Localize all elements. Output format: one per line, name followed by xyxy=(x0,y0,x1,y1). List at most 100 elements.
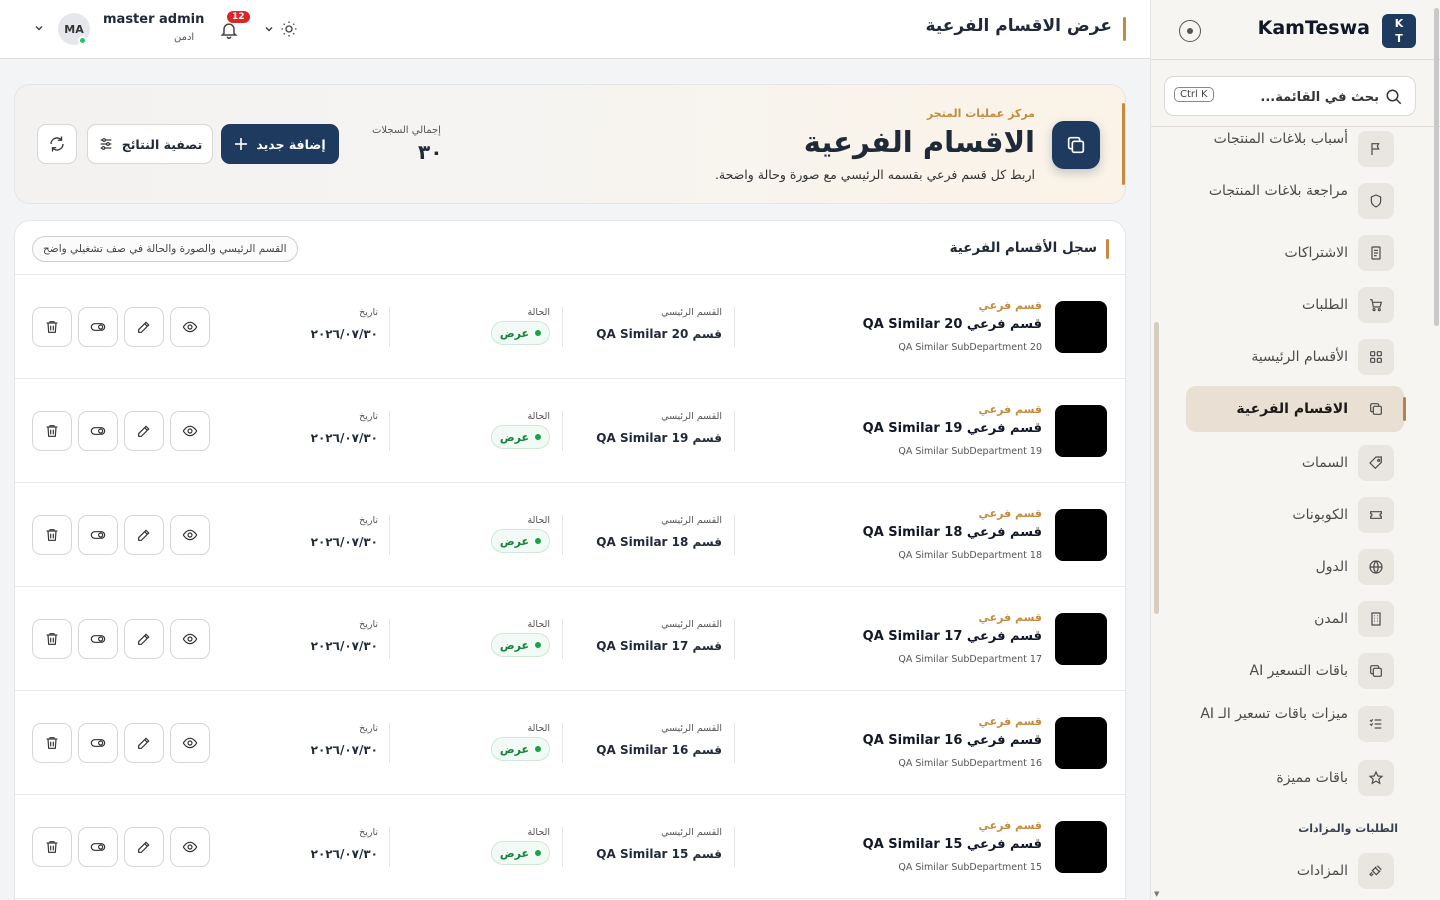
row-name[interactable]: قسم فرعي QA Similar 20 xyxy=(863,317,1042,332)
status-dot xyxy=(535,538,541,544)
row-slug: QA Similar SubDepartment 16 xyxy=(898,758,1042,769)
sidebar-item-4[interactable]: الطلبات xyxy=(1186,282,1404,328)
row-name[interactable]: قسم فرعي QA Similar 18 xyxy=(863,525,1042,540)
delete-button[interactable] xyxy=(32,411,72,451)
column-divider xyxy=(734,619,735,659)
sidebar-item-10[interactable]: المدن xyxy=(1186,596,1404,642)
delete-button[interactable] xyxy=(32,619,72,659)
parent-label: القسم الرئيسي xyxy=(661,723,722,734)
delete-icon xyxy=(46,425,58,437)
row-name[interactable]: قسم فرعي QA Similar 15 xyxy=(863,837,1042,852)
sidebar-item-11[interactable]: باقات التسعير AI xyxy=(1186,648,1404,694)
view-button[interactable] xyxy=(170,515,210,555)
menu-search-input[interactable] xyxy=(1229,86,1379,108)
column-divider xyxy=(389,411,390,451)
status-badge: عرض xyxy=(490,633,550,657)
subdepartments-table: سجل الأقسام الفرعية القسم الرئيسي والصور… xyxy=(14,220,1126,900)
status-text: عرض xyxy=(499,638,529,652)
sidebar-item-7[interactable]: السمات xyxy=(1186,440,1404,486)
column-divider xyxy=(389,619,390,659)
view-button[interactable] xyxy=(170,307,210,347)
row-name[interactable]: قسم فرعي QA Similar 16 xyxy=(863,733,1042,748)
edit-button[interactable] xyxy=(124,619,164,659)
sidebar-item-8[interactable]: الكوبونات xyxy=(1186,492,1404,538)
refresh-button[interactable] xyxy=(37,124,77,164)
date-label: تاريخ xyxy=(359,827,378,838)
toggle-button[interactable] xyxy=(78,411,118,451)
toggle-button[interactable] xyxy=(78,307,118,347)
delete-button[interactable] xyxy=(32,723,72,763)
date-label: تاريخ xyxy=(359,515,378,526)
sidebar-item-label: السمات xyxy=(1301,455,1348,471)
toggle-button[interactable] xyxy=(78,827,118,867)
status-label: الحالة xyxy=(527,723,550,734)
chevron-down-icon[interactable] xyxy=(34,23,44,33)
view-button[interactable] xyxy=(170,619,210,659)
view-button[interactable] xyxy=(170,723,210,763)
sidebar-item-label: باقات التسعير AI xyxy=(1249,663,1349,679)
sidebar-item-12[interactable]: ميزات باقات تسعير الـ AI xyxy=(1186,701,1404,747)
cart-icon xyxy=(1358,287,1394,323)
toggle-button[interactable] xyxy=(78,619,118,659)
scroll-down-icon[interactable]: ▼ xyxy=(1154,890,1159,898)
sidebar-item-3[interactable]: الاشتراكات xyxy=(1186,230,1404,276)
sidebar-item-13[interactable]: باقات مميزة xyxy=(1186,755,1404,801)
sidebar-item-label: المزادات xyxy=(1296,863,1348,879)
edit-button[interactable] xyxy=(124,411,164,451)
delete-button[interactable] xyxy=(32,827,72,867)
column-divider xyxy=(734,515,735,555)
view-button[interactable] xyxy=(170,411,210,451)
sidebar-item-1[interactable]: أسباب بلاغات المنتجات xyxy=(1186,126,1404,172)
status-dot xyxy=(535,850,541,856)
edit-button[interactable] xyxy=(124,827,164,867)
online-status-dot xyxy=(78,36,87,45)
delete-icon xyxy=(46,321,58,333)
row-name[interactable]: قسم فرعي QA Similar 19 xyxy=(863,421,1042,436)
add-new-button[interactable]: إضافة جديد xyxy=(221,124,339,164)
sidebar-item-label: الاقسام الفرعية xyxy=(1236,401,1348,417)
edit-button[interactable] xyxy=(124,307,164,347)
toggle-button[interactable] xyxy=(78,723,118,763)
plus-icon xyxy=(235,138,248,150)
shield-icon xyxy=(1358,183,1394,219)
sidebar-item-6[interactable]: الاقسام الفرعية xyxy=(1186,386,1406,432)
table-row: قسم فرعي قسم فرعي QA Similar 19 QA Similar… xyxy=(15,379,1125,483)
delete-button[interactable] xyxy=(32,515,72,555)
table-row: قسم فرعي قسم فرعي QA Similar 18 QA Similar… xyxy=(15,483,1125,587)
page-scrollbar[interactable] xyxy=(1432,0,1440,900)
menu-search[interactable]: Ctrl K xyxy=(1164,76,1416,116)
chevron-down-icon[interactable] xyxy=(264,24,274,34)
row-thumbnail xyxy=(1055,405,1107,457)
sidebar-toggle-icon[interactable] xyxy=(1179,20,1201,42)
sidebar-item-14[interactable]: المزادات xyxy=(1186,848,1404,894)
brand-logo[interactable]: KT xyxy=(1382,14,1416,48)
column-divider xyxy=(389,307,390,347)
toggle-button[interactable] xyxy=(78,515,118,555)
edit-button[interactable] xyxy=(124,515,164,555)
sidebar-item-9[interactable]: الدول xyxy=(1186,544,1404,590)
row-slug: QA Similar SubDepartment 19 xyxy=(898,446,1042,457)
view-icon xyxy=(182,841,198,853)
delete-button[interactable] xyxy=(32,307,72,347)
filter-results-button[interactable]: تصفية النتائج xyxy=(87,124,213,164)
sun-icon[interactable] xyxy=(280,20,298,38)
sidebar-item-label: المدن xyxy=(1314,611,1348,627)
hero-title: الاقسام الفرعية xyxy=(803,125,1035,159)
edit-button[interactable] xyxy=(124,723,164,763)
column-divider xyxy=(389,515,390,555)
sidebar-item-2[interactable]: مراجعة بلاغات المنتجات xyxy=(1186,178,1404,224)
status-badge: عرض xyxy=(490,321,550,345)
sidebar-scrollbar[interactable] xyxy=(1154,322,1159,614)
row-slug: QA Similar SubDepartment 18 xyxy=(898,550,1042,561)
row-name[interactable]: قسم فرعي QA Similar 17 xyxy=(863,629,1042,644)
parent-label: القسم الرئيسي xyxy=(661,515,722,526)
table-row: قسم فرعي قسم فرعي QA Similar 16 QA Similar… xyxy=(15,691,1125,795)
user-name[interactable]: master admin xyxy=(103,12,204,27)
edit-icon xyxy=(138,529,150,541)
sidebar-item-5[interactable]: الأقسام الرئيسية xyxy=(1186,334,1404,380)
hero-subtitle: اربط كل قسم فرعي بقسمه الرئيسي مع صورة و… xyxy=(714,167,1035,182)
sidebar-item-label: الطلبات xyxy=(1302,297,1348,313)
view-button[interactable] xyxy=(170,827,210,867)
row-slug: QA Similar SubDepartment 17 xyxy=(898,654,1042,665)
sidebar-item-label: الدول xyxy=(1315,559,1348,575)
